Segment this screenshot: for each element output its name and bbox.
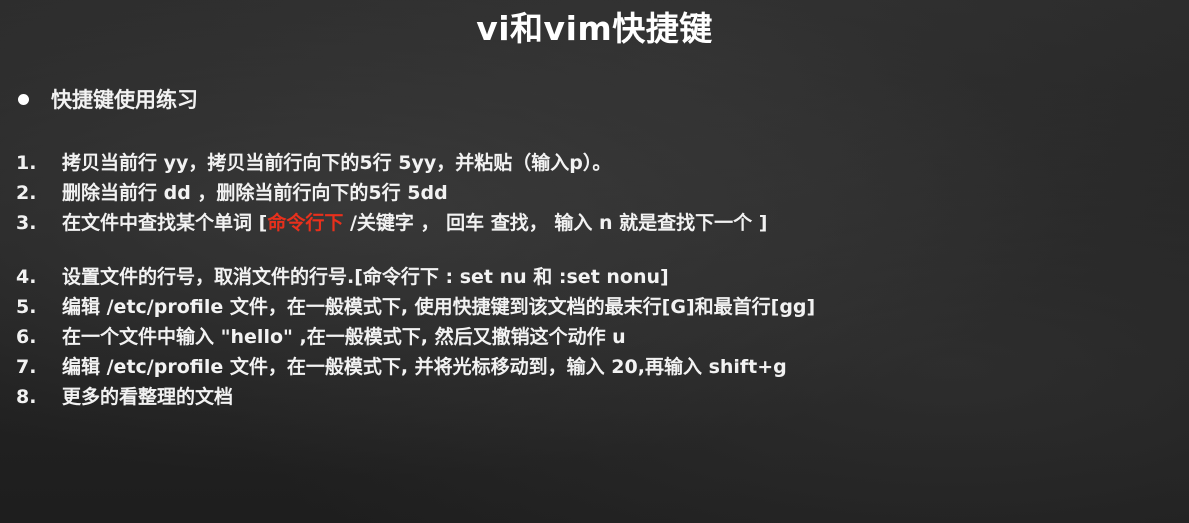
slide: vi和vim快捷键 快捷键使用练习 1. 拷贝当前行 yy，拷贝当前行向下的5行…: [0, 0, 1189, 523]
list-item: 4. 设置文件的行号，取消文件的行号.[命令行下 : set nu 和 :set…: [16, 262, 1176, 292]
item-number: 7.: [16, 356, 37, 378]
item-number: 6.: [16, 326, 37, 348]
list-item: 8. 更多的看整理的文档: [16, 382, 1176, 412]
item-text: 在文件中查找某个单词 [命令行下 /关键字 ， 回车 查找， 输入 n 就是查找…: [62, 208, 767, 238]
item-text: 编辑 /etc/profile 文件，在一般模式下, 使用快捷键到该文档的最末行…: [62, 296, 816, 318]
list-item: 5. 编辑 /etc/profile 文件，在一般模式下, 使用快捷键到该文档的…: [16, 292, 1176, 322]
item-number: 1.: [16, 152, 37, 174]
item-number: 8.: [16, 386, 37, 408]
item-number: 4.: [16, 266, 37, 288]
item-text-post: /关键字 ， 回车 查找， 输入 n 就是查找下一个 ]: [343, 212, 768, 234]
item-number: 2.: [16, 182, 37, 204]
section-heading: 快捷键使用练习: [18, 84, 198, 114]
item-number: 5.: [16, 296, 37, 318]
item-text: 在一个文件中输入 "hello" ,在一般模式下, 然后又撤销这个动作 u: [62, 326, 626, 348]
section-heading-text: 快捷键使用练习: [51, 88, 198, 112]
list-item: 3. 在文件中查找某个单词 [命令行下 /关键字 ， 回车 查找， 输入 n 就…: [16, 208, 1176, 238]
list-item: 1. 拷贝当前行 yy，拷贝当前行向下的5行 5yy，并粘贴（输入p）。: [16, 148, 1176, 178]
item-text: 设置文件的行号，取消文件的行号.[命令行下 : set nu 和 :set no…: [62, 266, 669, 288]
list-item: 7. 编辑 /etc/profile 文件，在一般模式下, 并将光标移动到，输入…: [16, 352, 1176, 382]
shortcut-list: 1. 拷贝当前行 yy，拷贝当前行向下的5行 5yy，并粘贴（输入p）。 2. …: [16, 148, 1176, 412]
slide-title: vi和vim快捷键: [476, 9, 713, 48]
bullet-icon: [18, 93, 29, 105]
item-text-pre: 在文件中查找某个单词 [: [62, 212, 268, 234]
item-text: 更多的看整理的文档: [62, 386, 234, 408]
item-number: 3.: [16, 212, 37, 234]
highlighted-text: 命令行下: [267, 212, 344, 234]
list-item: 2. 删除当前行 dd ，删除当前行向下的5行 5dd: [16, 178, 1176, 208]
item-text: 删除当前行 dd ，删除当前行向下的5行 5dd: [62, 182, 448, 204]
item-text: 拷贝当前行 yy，拷贝当前行向下的5行 5yy，并粘贴（输入p）。: [62, 152, 612, 174]
list-item: 6. 在一个文件中输入 "hello" ,在一般模式下, 然后又撤销这个动作 u: [16, 322, 1176, 352]
item-text: 编辑 /etc/profile 文件，在一般模式下, 并将光标移动到，输入 20…: [62, 356, 787, 378]
